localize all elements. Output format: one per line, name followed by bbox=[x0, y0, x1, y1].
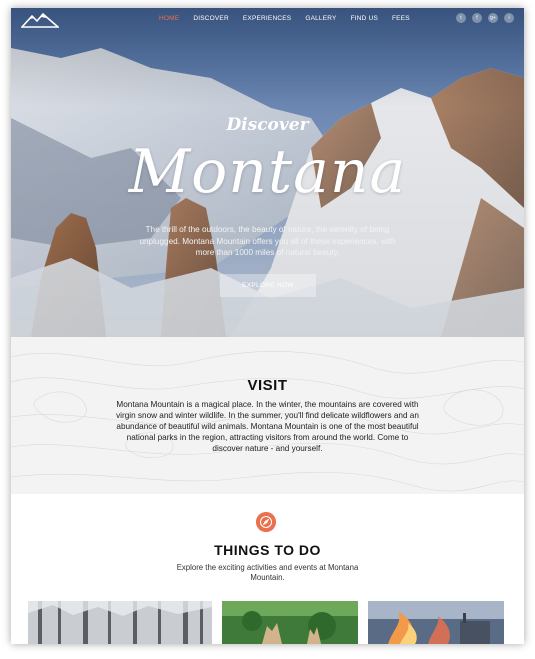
top-navigation-bar: HOME DISCOVER EXPERIENCES GALLERY FIND U… bbox=[11, 8, 524, 34]
activity-image-meadow[interactable] bbox=[222, 601, 358, 644]
social-links: t f g+ i bbox=[456, 13, 514, 23]
website-frame: HOME DISCOVER EXPERIENCES GALLERY FIND U… bbox=[11, 8, 524, 644]
hero-kicker: Discover bbox=[226, 115, 309, 135]
visit-section: VISIT Montana Mountain is a magical plac… bbox=[11, 337, 524, 494]
nav-fees[interactable]: FEES bbox=[392, 15, 410, 22]
mountain-logo-icon[interactable] bbox=[21, 12, 59, 28]
visit-title: VISIT bbox=[247, 377, 288, 394]
main-nav: HOME DISCOVER EXPERIENCES GALLERY FIND U… bbox=[159, 15, 410, 22]
nav-home[interactable]: HOME bbox=[159, 15, 179, 22]
compass-icon bbox=[256, 512, 276, 532]
activity-image-campfire[interactable] bbox=[368, 601, 504, 644]
things-to-do-title: THINGS TO DO bbox=[214, 542, 321, 558]
instagram-icon[interactable]: i bbox=[504, 13, 514, 23]
things-to-do-section: THINGS TO DO Explore the exciting activi… bbox=[11, 494, 524, 644]
nav-find-us[interactable]: FIND US bbox=[351, 15, 378, 22]
twitter-icon[interactable]: t bbox=[456, 13, 466, 23]
activity-image-forest[interactable] bbox=[28, 601, 212, 644]
hero-description: The thrill of the outdoors, the beauty o… bbox=[139, 225, 396, 257]
explore-now-button[interactable]: EXPLORE NOW bbox=[220, 274, 316, 297]
nav-gallery[interactable]: GALLERY bbox=[305, 15, 336, 22]
hero-title: Montana bbox=[128, 137, 407, 207]
visit-description: Montana Mountain is a magical place. In … bbox=[116, 400, 419, 453]
hero-section: HOME DISCOVER EXPERIENCES GALLERY FIND U… bbox=[11, 8, 524, 337]
google-plus-icon[interactable]: g+ bbox=[488, 13, 498, 23]
facebook-icon[interactable]: f bbox=[472, 13, 482, 23]
things-to-do-description: Explore the exciting activities and even… bbox=[176, 563, 359, 582]
nav-discover[interactable]: DISCOVER bbox=[193, 15, 229, 22]
nav-experiences[interactable]: EXPERIENCES bbox=[243, 15, 291, 22]
